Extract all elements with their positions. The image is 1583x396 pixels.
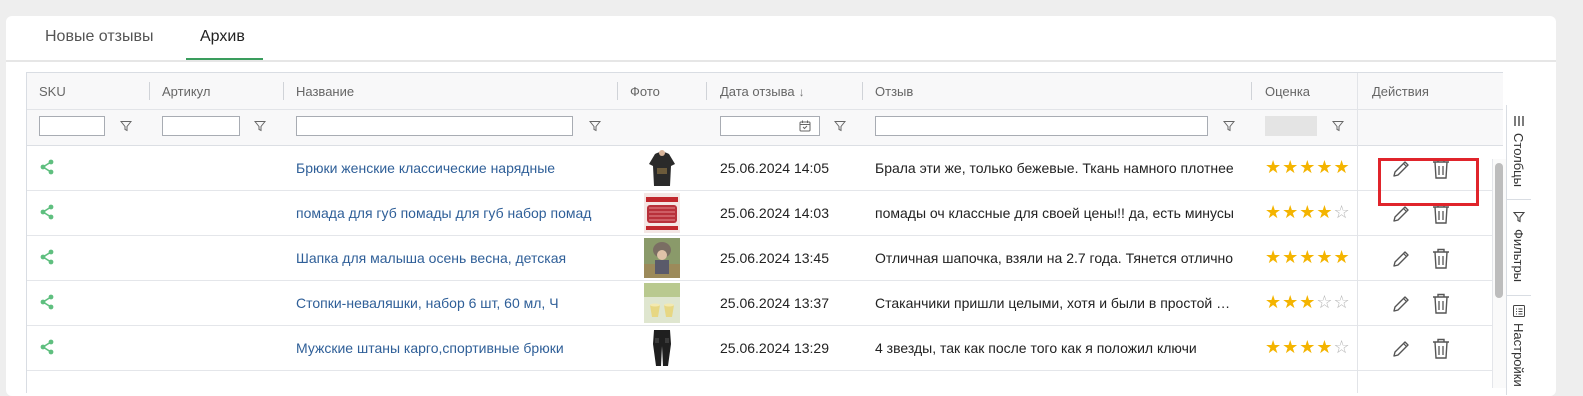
column-header-date-label: Дата отзыва (720, 84, 795, 99)
tab-bar: Новые отзывы Архив (6, 16, 1556, 62)
product-photo[interactable] (644, 148, 680, 188)
rating-stars: ★★★★★ (1265, 247, 1351, 267)
delete-trash-icon[interactable] (1432, 293, 1450, 314)
highlight-box (1378, 158, 1479, 206)
row-actions (1358, 326, 1503, 371)
review-text: помады оч классные для своей цены!! да, … (875, 205, 1234, 221)
side-tab-settings[interactable]: Настройки (1507, 295, 1531, 395)
delete-trash-icon[interactable] (1432, 338, 1450, 359)
tab-new-reviews[interactable]: Новые отзывы (45, 28, 154, 46)
product-photo[interactable] (644, 193, 680, 233)
rating-stars: ★★★★☆ (1265, 337, 1351, 357)
side-tab-filters-label: Фильтры (1511, 229, 1526, 283)
filter-input-name[interactable] (296, 116, 573, 136)
filter-funnel-icon[interactable] (254, 120, 266, 132)
delete-trash-icon[interactable] (1432, 248, 1450, 269)
column-header-review[interactable]: Отзыв (875, 84, 913, 99)
table-row: Стопки-неваляшки, набор 6 шт, 60 мл, Ч 2… (27, 281, 1502, 326)
product-name-link[interactable]: Стопки-неваляшки, набор 6 шт, 60 мл, Ч (296, 295, 606, 311)
filter-funnel-icon[interactable] (1332, 120, 1344, 132)
share-icon[interactable] (39, 249, 55, 265)
review-date: 25.06.2024 14:03 (720, 205, 829, 221)
edit-pencil-icon[interactable] (1391, 294, 1411, 314)
table-row: Мужские штаны карго,спортивные брюки 25.… (27, 326, 1502, 371)
edit-pencil-icon[interactable] (1391, 339, 1411, 359)
product-photo[interactable] (644, 328, 680, 368)
share-icon[interactable] (39, 159, 55, 175)
filter-funnel-icon[interactable] (834, 120, 846, 132)
columns-icon (1514, 116, 1524, 126)
column-header-rating[interactable]: Оценка (1265, 84, 1310, 99)
table-header: SKU Артикул Название Фото Дата отзыва ↓ О… (27, 73, 1502, 110)
edit-pencil-icon[interactable] (1391, 204, 1411, 224)
filter-funnel-icon[interactable] (1223, 120, 1235, 132)
product-photo[interactable] (644, 283, 680, 323)
edit-pencil-icon[interactable] (1391, 249, 1411, 269)
product-name-link[interactable]: Брюки женские классические нарядные (296, 160, 606, 176)
column-header-name[interactable]: Название (296, 84, 354, 99)
review-date: 25.06.2024 13:45 (720, 250, 829, 266)
delete-trash-icon[interactable] (1432, 203, 1450, 224)
scrollbar-thumb[interactable] (1495, 163, 1503, 298)
column-header-sku[interactable]: SKU (39, 84, 66, 99)
review-text: Отличная шапочка, взяли на 2.7 года. Тян… (875, 250, 1234, 266)
actions-column: Действия (1357, 73, 1503, 393)
side-tab-settings-label: Настройки (1511, 323, 1526, 387)
side-tab-filters[interactable]: Фильтры (1507, 199, 1531, 296)
review-date: 25.06.2024 13:29 (720, 340, 829, 356)
filter-funnel-icon[interactable] (589, 120, 601, 132)
filter-funnel-icon[interactable] (120, 120, 132, 132)
side-panel: Столбцы Фильтры Настройки (1506, 105, 1531, 395)
table-row: помада для губ помады для губ набор пома… (27, 191, 1502, 236)
reviews-table: SKU Артикул Название Фото Дата отзыва ↓ О… (26, 72, 1503, 393)
active-tab-indicator (186, 58, 263, 60)
side-tab-columns[interactable]: Столбцы (1507, 105, 1531, 200)
share-icon[interactable] (39, 339, 55, 355)
tab-archive[interactable]: Архив (200, 28, 245, 46)
review-text: Стаканчики пришли целыми, хотя и были в … (875, 295, 1237, 311)
column-header-photo[interactable]: Фото (630, 84, 660, 99)
product-name-link[interactable]: Шапка для малыша осень весна, детская (296, 250, 606, 266)
rating-stars: ★★★★☆ (1265, 202, 1351, 222)
filter-input-review[interactable] (875, 116, 1208, 136)
product-name-link[interactable]: Мужские штаны карго,спортивные брюки (296, 340, 606, 356)
product-name-link[interactable]: помада для губ помады для губ набор пома… (296, 205, 606, 221)
rating-stars: ★★★★★ (1265, 157, 1351, 177)
sort-descending-icon: ↓ (798, 85, 805, 99)
column-header-actions: Действия (1372, 84, 1429, 99)
row-actions (1358, 236, 1503, 281)
filter-input-rating[interactable] (1265, 116, 1317, 136)
calendar-icon[interactable] (799, 120, 811, 132)
review-date: 25.06.2024 14:05 (720, 160, 829, 176)
product-photo[interactable] (644, 238, 680, 278)
settings-list-icon (1513, 305, 1525, 317)
rating-stars: ★★★☆☆ (1265, 292, 1351, 312)
review-date: 25.06.2024 13:37 (720, 295, 829, 311)
filter-input-sku[interactable] (39, 116, 105, 136)
share-icon[interactable] (39, 294, 55, 310)
share-icon[interactable] (39, 204, 55, 220)
table-row: Брюки женские классические нарядные 25.0… (27, 146, 1502, 191)
column-header-date[interactable]: Дата отзыва ↓ (720, 84, 805, 99)
row-actions (1358, 281, 1503, 326)
filter-input-article[interactable] (162, 116, 240, 136)
table-row: Шапка для малыша осень весна, детская 25… (27, 236, 1502, 281)
review-text: 4 звезды, так как после того как я полож… (875, 340, 1197, 356)
review-text: Брала эти же, только бежевые. Ткань намн… (875, 160, 1234, 176)
filter-icon (1513, 211, 1525, 223)
side-tab-columns-label: Столбцы (1511, 133, 1526, 187)
column-header-article[interactable]: Артикул (162, 84, 210, 99)
